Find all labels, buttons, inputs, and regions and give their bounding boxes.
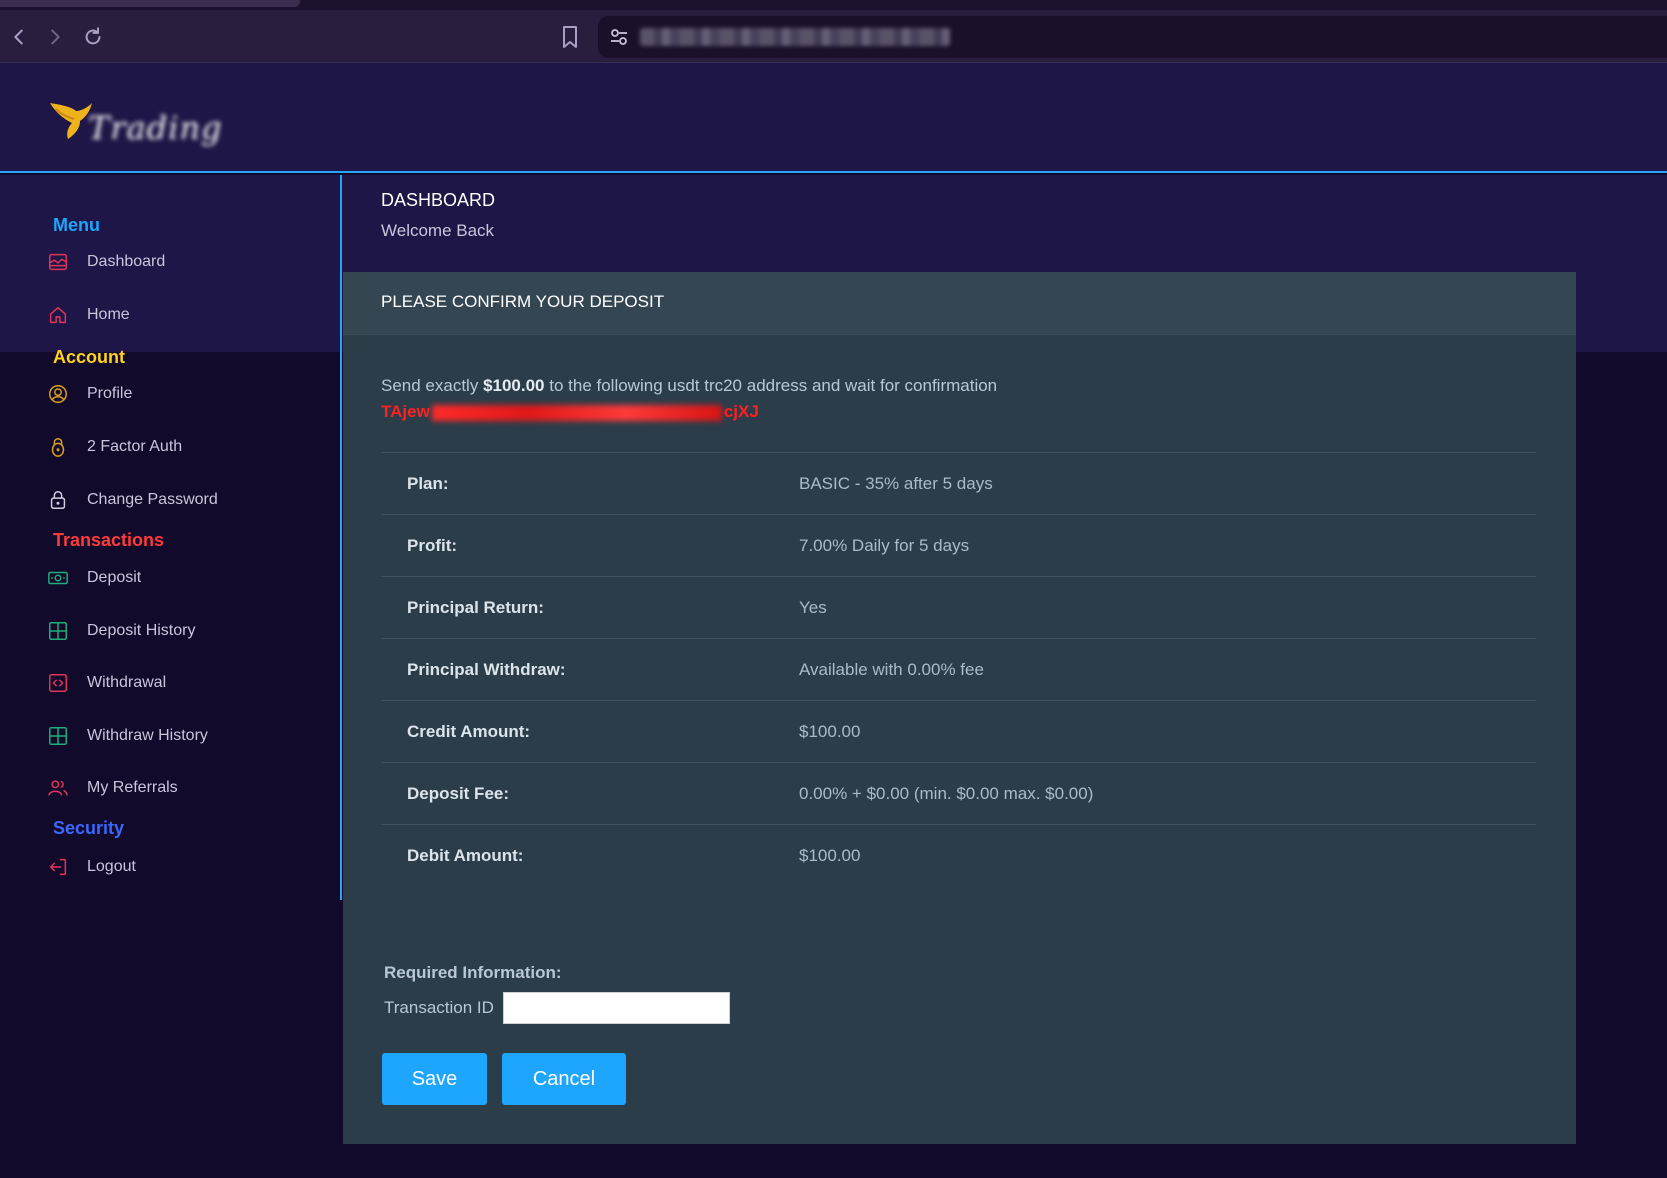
sidebar-item-label: Withdraw History (87, 727, 208, 744)
table-row: Principal Return: Yes (381, 576, 1536, 639)
row-value: 7.00% Daily for 5 days (799, 535, 970, 555)
users-icon (46, 776, 70, 800)
section-title-menu: Menu (53, 215, 100, 235)
save-button[interactable]: Save (382, 1053, 487, 1105)
browser-toolbar (0, 0, 1667, 63)
table-row: Deposit Fee: 0.00% + $0.00 (min. $0.00 ma… (381, 762, 1536, 825)
logout-icon (46, 855, 70, 879)
row-value: $100.00 (799, 845, 861, 865)
cancel-button[interactable]: Cancel (502, 1053, 626, 1105)
sidebar-item-label: My Referrals (87, 779, 178, 796)
sidebar-item-deposit[interactable]: Deposit (46, 563, 326, 593)
lock-key-icon (46, 435, 70, 459)
section-title-security: Security (53, 818, 125, 838)
row-key: Principal Withdraw: (407, 659, 566, 679)
row-key: Credit Amount: (407, 721, 531, 741)
sidebar-item-label: Change Password (87, 491, 218, 508)
dashboard-icon (46, 250, 70, 274)
table-row: Debit Amount: $100.00 (381, 824, 1536, 887)
section-title-account: Account (53, 347, 125, 367)
sidebar-item-profile[interactable]: Profile (46, 379, 326, 409)
send-amount: $100.00 (483, 376, 545, 395)
address-redacted (431, 404, 722, 421)
sidebar-item-change-password[interactable]: Change Password (46, 485, 326, 515)
address-bar[interactable] (598, 16, 1667, 58)
sidebar-item-2fa[interactable]: 2 Factor Auth (46, 432, 326, 462)
table-row: Profit: 7.00% Daily for 5 days (381, 514, 1536, 577)
send-instructions: Send exactly $100.00 to the following us… (381, 376, 997, 396)
sidebar-item-label: Profile (87, 385, 133, 402)
grid-icon (46, 619, 70, 643)
card-title: PLEASE CONFIRM YOUR DEPOSIT (381, 292, 665, 311)
transaction-id-input[interactable] (503, 992, 730, 1024)
address-end: cjXJ (723, 402, 759, 421)
cash-icon (46, 566, 70, 590)
sidebar-item-logout[interactable]: Logout (46, 852, 326, 882)
logo-text-redacted: Trading (88, 109, 223, 147)
sidebar-item-dashboard[interactable]: Dashboard (46, 247, 326, 277)
sidebar-item-label: Dashboard (87, 253, 166, 270)
code-box-icon (46, 671, 70, 695)
sidebar-item-withdraw-history[interactable]: Withdraw History (46, 721, 326, 751)
sidebar-item-label: Logout (87, 858, 136, 875)
grid-icon (46, 724, 70, 748)
row-key: Principal Return: (407, 597, 544, 617)
card-header: PLEASE CONFIRM YOUR DEPOSIT (343, 272, 1576, 335)
row-key: Profit: (407, 535, 458, 555)
row-value: $100.00 (799, 721, 861, 741)
home-icon (46, 303, 70, 327)
sidebar: Menu Dashboard Home Account Profile 2 Fa… (0, 175, 342, 900)
sidebar-item-label: 2 Factor Auth (87, 438, 183, 455)
row-value: Available with 0.00% fee (799, 659, 984, 679)
sidebar-item-home[interactable]: Home (46, 300, 326, 330)
site-logo[interactable]: Trading (46, 99, 222, 151)
back-icon[interactable] (6, 24, 32, 50)
transaction-id-label: Transaction ID (384, 998, 494, 1017)
confirm-deposit-card: PLEASE CONFIRM YOUR DEPOSIT Send exactly… (343, 272, 1576, 1144)
row-value: 0.00% + $0.00 (min. $0.00 max. $0.00) (799, 783, 1094, 803)
sidebar-item-label: Deposit History (87, 622, 196, 639)
page-subtitle: Welcome Back (381, 221, 495, 240)
sidebar-item-my-referrals[interactable]: My Referrals (46, 773, 326, 803)
section-title-transactions: Transactions (53, 530, 165, 550)
row-key: Debit Amount: (407, 845, 524, 865)
send-prefix: Send exactly (381, 376, 484, 395)
site-header: Trading (0, 63, 1667, 173)
send-suffix: to the following usdt trc20 address and … (544, 376, 998, 395)
reload-icon[interactable] (80, 24, 106, 50)
sidebar-item-label: Withdrawal (87, 674, 167, 691)
sidebar-item-label: Deposit (87, 569, 142, 586)
row-key: Deposit Fee: (407, 783, 510, 803)
wallet-address[interactable]: TAjew cjXJ (381, 402, 759, 422)
table-row: Principal Withdraw: Available with 0.00% … (381, 638, 1536, 701)
tab-strip (0, 0, 1667, 10)
row-key: Plan: (407, 473, 449, 493)
sidebar-item-withdrawal[interactable]: Withdrawal (46, 668, 326, 698)
sidebar-item-deposit-history[interactable]: Deposit History (46, 616, 326, 646)
page-title: DASHBOARD (381, 190, 496, 210)
wing-logo-icon (50, 103, 92, 139)
table-row: Credit Amount: $100.00 (381, 700, 1536, 763)
deposit-details-table: Plan: BASIC - 35% after 5 days Profit: 7.0… (381, 452, 1536, 887)
row-value: BASIC - 35% after 5 days (799, 473, 993, 493)
forward-icon[interactable] (42, 24, 68, 50)
row-value: Yes (799, 597, 827, 617)
site-settings-icon[interactable] (608, 26, 630, 48)
profile-icon (46, 382, 70, 406)
bookmark-icon[interactable] (558, 24, 584, 52)
padlock-icon (46, 488, 70, 512)
address-start: TAjew (381, 402, 430, 421)
browser-tab[interactable] (0, 0, 300, 7)
required-info-title: Required Information: (384, 963, 562, 982)
table-row: Plan: BASIC - 35% after 5 days (381, 452, 1536, 515)
url-text-redacted (640, 28, 950, 46)
sidebar-item-label: Home (87, 306, 130, 323)
